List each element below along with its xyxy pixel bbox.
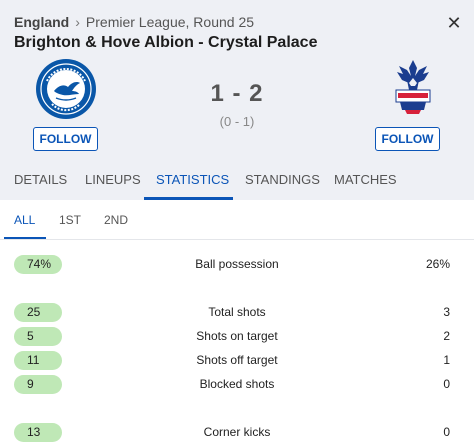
tab-details[interactable]: DETAILS — [14, 172, 67, 187]
stat-row: 5 Shots on target 2 — [0, 327, 474, 347]
match-title: Brighton & Hove Albion - Crystal Palace — [14, 34, 318, 51]
match-panel: England › Premier League, Round 25 ✕ Brigh… — [0, 0, 474, 448]
tab-lineups[interactable]: LINEUPS — [85, 172, 141, 187]
away-stat-value: 1 — [443, 353, 450, 367]
stat-row: 9 Blocked shots 0 — [0, 375, 474, 395]
crystal-palace-logo-icon[interactable] — [382, 56, 444, 118]
away-stat-value: 26% — [425, 257, 450, 271]
subtab-all[interactable]: ALL — [14, 213, 35, 227]
brighton-logo-icon[interactable] — [35, 58, 97, 120]
away-stat-value: 0 — [443, 377, 450, 391]
home-stat-value: 13 — [14, 423, 62, 442]
tab-standings[interactable]: STANDINGS — [245, 172, 320, 187]
home-stat-value: 9 — [14, 375, 62, 394]
period-tabs: ALL 1ST 2ND — [0, 200, 474, 240]
tab-statistics[interactable]: STATISTICS — [156, 172, 229, 187]
stat-label: Shots off target — [196, 353, 278, 367]
away-stat-value: 2 — [443, 329, 450, 343]
stat-label: Ball possession — [195, 257, 279, 271]
tab-matches[interactable]: MATCHES — [334, 172, 397, 187]
follow-away-button[interactable]: FOLLOW — [375, 127, 440, 151]
active-subtab-indicator — [4, 237, 46, 239]
home-stat-value: 74% — [14, 255, 62, 274]
stat-label: Total shots — [208, 305, 266, 319]
match-score: 1 - 2 — [210, 80, 264, 107]
halftime-score: (0 - 1) — [219, 114, 255, 129]
away-stat-value: 3 — [443, 305, 450, 319]
match-tabs: DETAILS LINEUPS STATISTICS STANDINGS MAT… — [0, 160, 474, 200]
stat-row: 13 Corner kicks 0 — [0, 423, 474, 443]
subtab-2nd[interactable]: 2ND — [104, 213, 128, 227]
stat-label: Blocked shots — [199, 377, 275, 391]
subtab-1st[interactable]: 1ST — [59, 213, 81, 227]
home-stat-value: 11 — [14, 351, 62, 370]
stat-row: 74% Ball possession 26% — [0, 255, 474, 275]
statistics-panel: ALL 1ST 2ND 74% Ball possession 26% 25 T… — [0, 200, 474, 448]
home-stat-value: 5 — [14, 327, 62, 346]
close-icon[interactable]: ✕ — [444, 13, 464, 33]
breadcrumb-country[interactable]: England — [14, 14, 69, 30]
stat-label: Shots on target — [196, 329, 278, 343]
breadcrumb-competition[interactable]: Premier League, Round 25 — [86, 14, 254, 30]
home-stat-value: 25 — [14, 303, 62, 322]
breadcrumb-separator: › — [75, 14, 80, 30]
breadcrumb: England › Premier League, Round 25 — [14, 14, 254, 30]
stat-label: Corner kicks — [203, 425, 271, 439]
stat-row: 11 Shots off target 1 — [0, 351, 474, 371]
follow-home-button[interactable]: FOLLOW — [33, 127, 98, 151]
stat-row: 25 Total shots 3 — [0, 303, 474, 323]
away-stat-value: 0 — [443, 425, 450, 439]
